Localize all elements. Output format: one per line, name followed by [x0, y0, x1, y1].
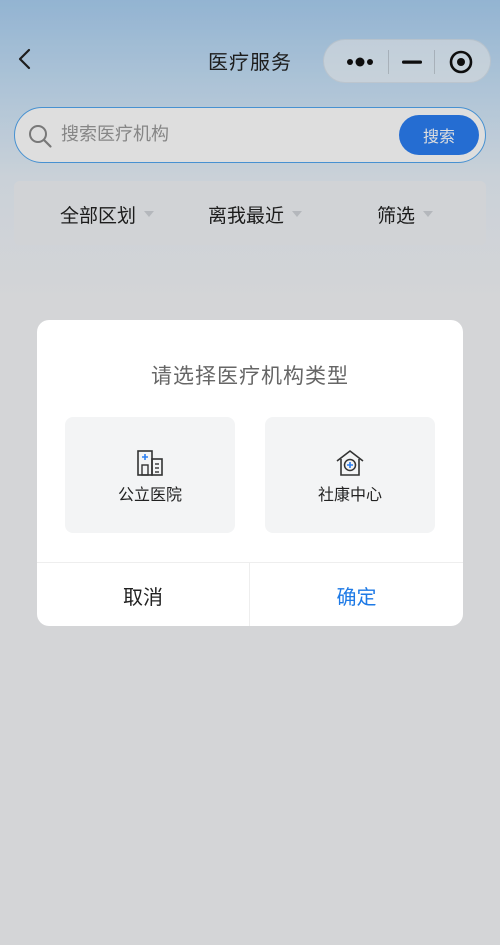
confirm-button[interactable]: 确定: [250, 563, 463, 626]
option-label: 公立医院: [117, 485, 182, 504]
option-public-hospital[interactable]: 公立医院: [65, 417, 235, 533]
hospital-building-icon: [134, 447, 166, 479]
option-community-health[interactable]: 社康中心: [265, 417, 435, 533]
cancel-button[interactable]: 取消: [37, 563, 250, 626]
dialog-title: 请选择医疗机构类型: [151, 364, 349, 388]
institution-type-dialog: 请选择医疗机构类型 公立医院 社康中心 取消 确定: [37, 320, 463, 626]
community-health-house-icon: [334, 447, 366, 479]
dialog-footer: 取消 确定: [37, 562, 463, 626]
option-label: 社康中心: [317, 485, 382, 504]
